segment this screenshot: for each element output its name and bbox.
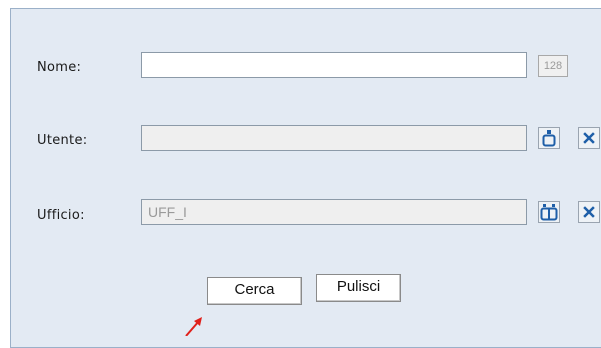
close-icon: [583, 132, 595, 144]
utente-clear-button[interactable]: [578, 127, 600, 149]
ufficio-label: Ufficio:: [37, 208, 85, 223]
utente-input[interactable]: [141, 125, 527, 151]
close-icon: [583, 206, 595, 218]
nome-input[interactable]: [141, 52, 527, 78]
user-icon: [542, 130, 556, 147]
nome-label: Nome:: [37, 60, 82, 75]
reset-button[interactable]: Pulisci: [316, 274, 401, 302]
ufficio-input[interactable]: [141, 199, 527, 225]
group-icon: [540, 204, 558, 221]
utente-label: Utente:: [37, 133, 88, 148]
search-button[interactable]: Cerca: [207, 277, 302, 305]
nome-char-counter: 128: [538, 55, 568, 77]
user-lookup-button[interactable]: [538, 127, 560, 149]
ufficio-clear-button[interactable]: [578, 201, 600, 223]
red-arrow-icon: [185, 317, 202, 336]
office-lookup-button[interactable]: [538, 201, 560, 223]
